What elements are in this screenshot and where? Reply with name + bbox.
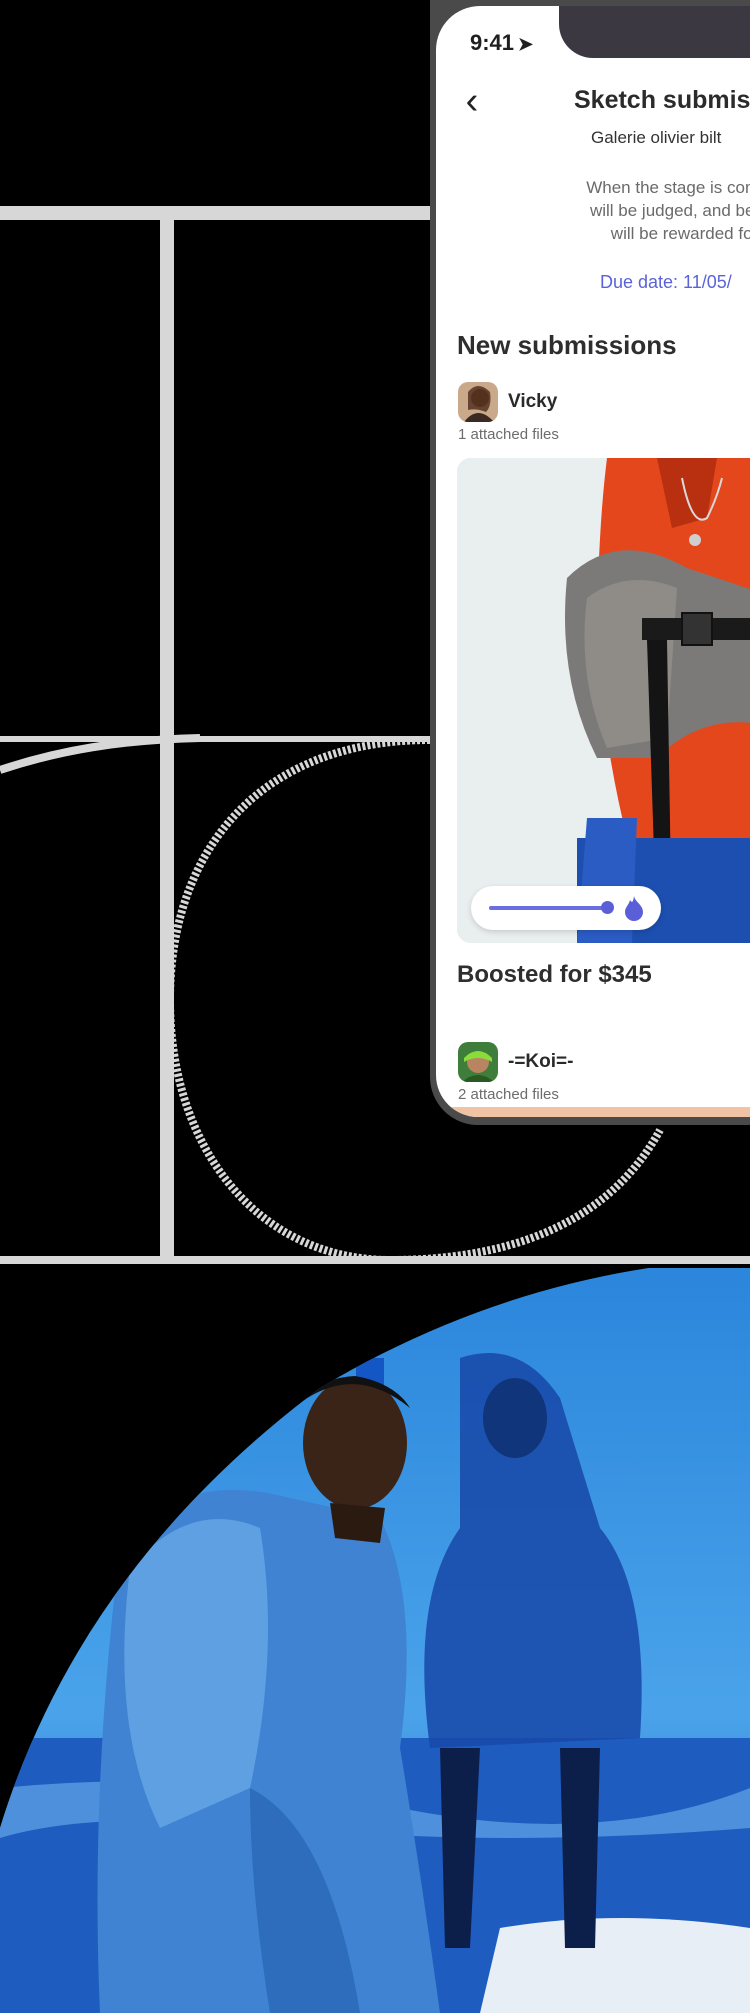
stage-description: When the stage is complete will be judge… [586, 178, 750, 243]
boost-slider[interactable] [471, 886, 661, 930]
back-button[interactable]: ‹ [452, 82, 492, 122]
username[interactable]: -=Koi=- [508, 1051, 573, 1073]
attached-files-count: 2 attached files [458, 1086, 559, 1103]
due-date: Due date: 11/05/ [600, 272, 732, 292]
attached-files-count: 1 attached files [458, 426, 559, 443]
phone-screen: 9:41 ➤ ‹ Sketch submis Galerie olivier bi… [436, 6, 750, 1117]
flame-icon [625, 896, 643, 921]
avatar[interactable] [458, 382, 498, 422]
status-time-text: 9:41 [470, 30, 515, 55]
section-title: New submissions [457, 330, 677, 360]
boost-track [489, 906, 607, 910]
submission-header[interactable]: -=Koi=- 2 attached files [458, 1042, 573, 1103]
phone-notch [559, 6, 750, 58]
hero-photo [0, 1268, 750, 2013]
grid-line-top [0, 206, 430, 220]
boost-knob[interactable] [601, 901, 614, 914]
username[interactable]: Vicky [508, 391, 557, 413]
boost-amount: Boosted for $345 [457, 961, 652, 988]
chevron-left-icon: ‹ [465, 80, 479, 122]
page-subtitle: Galerie olivier bilt [591, 128, 722, 147]
phone-frame: 9:41 ➤ ‹ Sketch submis Galerie olivier bi… [430, 0, 750, 1125]
submission-header[interactable]: Vicky 1 attached files [458, 382, 559, 443]
next-card-edge [436, 1107, 750, 1117]
page-title: Sketch submis [574, 86, 750, 114]
avatar[interactable] [458, 1042, 498, 1082]
status-time: 9:41 ➤ [470, 30, 533, 56]
submission-image[interactable] [457, 458, 750, 943]
location-arrow-icon: ➤ [518, 34, 534, 54]
